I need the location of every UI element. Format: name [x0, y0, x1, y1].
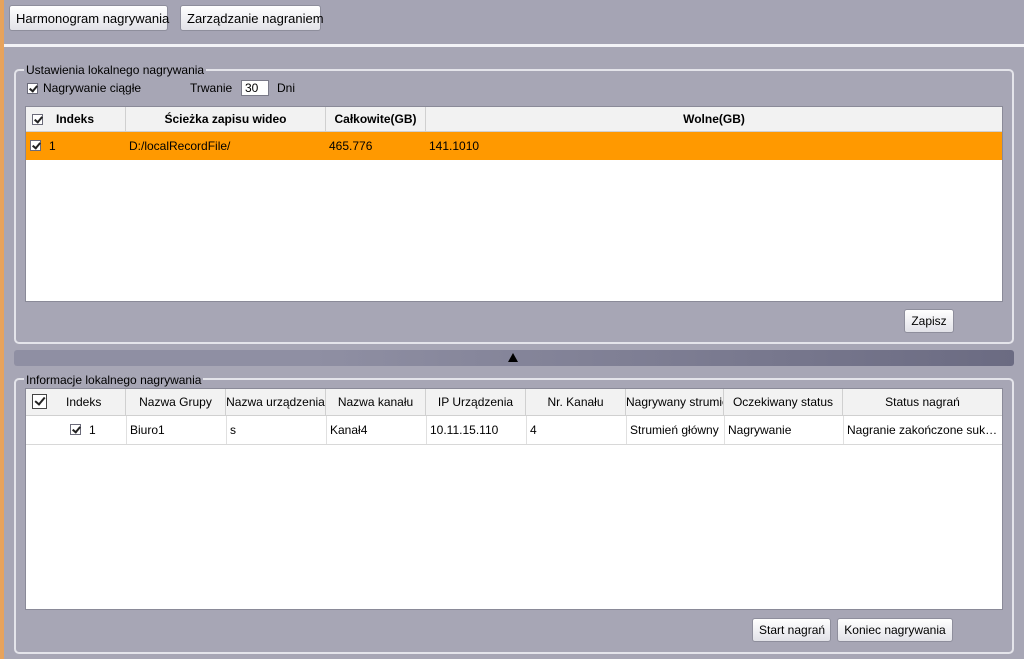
row-path: D:/localRecordFile/ — [129, 139, 231, 153]
header-recording-status[interactable]: Status nagrań — [843, 389, 1002, 415]
header-device-name[interactable]: Nazwa urządzenia — [226, 389, 326, 415]
stop-recording-button[interactable]: Koniec nagrywania — [837, 618, 953, 642]
header-stream[interactable]: Nagrywany strumień — [626, 389, 724, 415]
info-group-title: Informacje lokalnego nagrywania — [24, 373, 204, 387]
duration-label: Trwanie — [190, 81, 233, 95]
row-total: 465.776 — [329, 139, 373, 153]
header-expected-status[interactable]: Oczekiwany status — [724, 389, 843, 415]
settings-group-title: Ustawienia lokalnego nagrywania — [24, 63, 207, 77]
table-row[interactable]: 1 D:/localRecordFile/ 465.776 141.1010 — [26, 132, 1002, 160]
row-free: 141.1010 — [429, 139, 480, 153]
tab-recording-management[interactable]: Zarządzanie nagraniem — [180, 5, 324, 31]
continuous-recording-checkbox[interactable] — [27, 83, 38, 94]
header-channel-number[interactable]: Nr. Kanału — [526, 389, 626, 415]
header-index[interactable]: Indeks — [26, 107, 126, 131]
header-free[interactable]: Wolne(GB) — [426, 107, 1002, 131]
panel-splitter[interactable] — [14, 350, 1014, 366]
row-channel-number: 4 — [526, 416, 626, 444]
recording-info-table: Indeks Nazwa Grupy Nazwa urządzenia Nazw… — [25, 388, 1003, 610]
toolbar-divider — [4, 44, 1024, 47]
triangle-up-icon[interactable] — [508, 353, 518, 362]
start-recording-button[interactable]: Start nagrań — [752, 618, 831, 642]
header-path[interactable]: Ścieżka zapisu wideo — [126, 107, 326, 131]
row-device-name: s — [226, 416, 326, 444]
record-paths-table: Indeks Ścieżka zapisu wideo Całkowite(GB… — [25, 106, 1003, 302]
table-header: Indeks Ścieżka zapisu wideo Całkowite(GB… — [26, 107, 1002, 132]
row-checkbox[interactable] — [30, 140, 41, 151]
row-expected-status: Nagrywanie — [724, 416, 843, 444]
continuous-recording-label: Nagrywanie ciągłe — [43, 81, 142, 95]
tab-recording-schedule[interactable]: Harmonogram nagrywania — [9, 5, 169, 31]
header-group-name[interactable]: Nazwa Grupy — [126, 389, 226, 415]
select-all-checkbox[interactable] — [32, 394, 47, 409]
row-recording-status: Nagranie zakończone sukcesem — [843, 416, 1002, 444]
duration-days-input[interactable] — [241, 80, 269, 96]
row-device-ip: 10.11.15.110 — [426, 416, 526, 444]
left-accent-strip — [0, 0, 4, 659]
save-button[interactable]: Zapisz — [904, 309, 954, 333]
header-channel-name[interactable]: Nazwa kanału — [326, 389, 426, 415]
header-index[interactable]: Indeks — [26, 389, 126, 415]
row-group-name: Biuro1 — [126, 416, 226, 444]
table-header: Indeks Nazwa Grupy Nazwa urządzenia Nazw… — [26, 389, 1002, 416]
header-total[interactable]: Całkowite(GB) — [326, 107, 426, 131]
row-checkbox[interactable] — [70, 424, 81, 435]
row-index: 1 — [89, 423, 96, 437]
table-row[interactable]: 1 Biuro1 s Kanał4 10.11.15.110 4 Strumie… — [26, 416, 1002, 445]
row-channel-name: Kanał4 — [326, 416, 426, 444]
row-index: 1 — [49, 139, 56, 153]
header-device-ip[interactable]: IP Urządzenia — [426, 389, 526, 415]
duration-unit-label: Dni — [277, 81, 296, 95]
select-all-checkbox[interactable] — [32, 114, 43, 125]
row-stream: Strumień główny — [626, 416, 724, 444]
